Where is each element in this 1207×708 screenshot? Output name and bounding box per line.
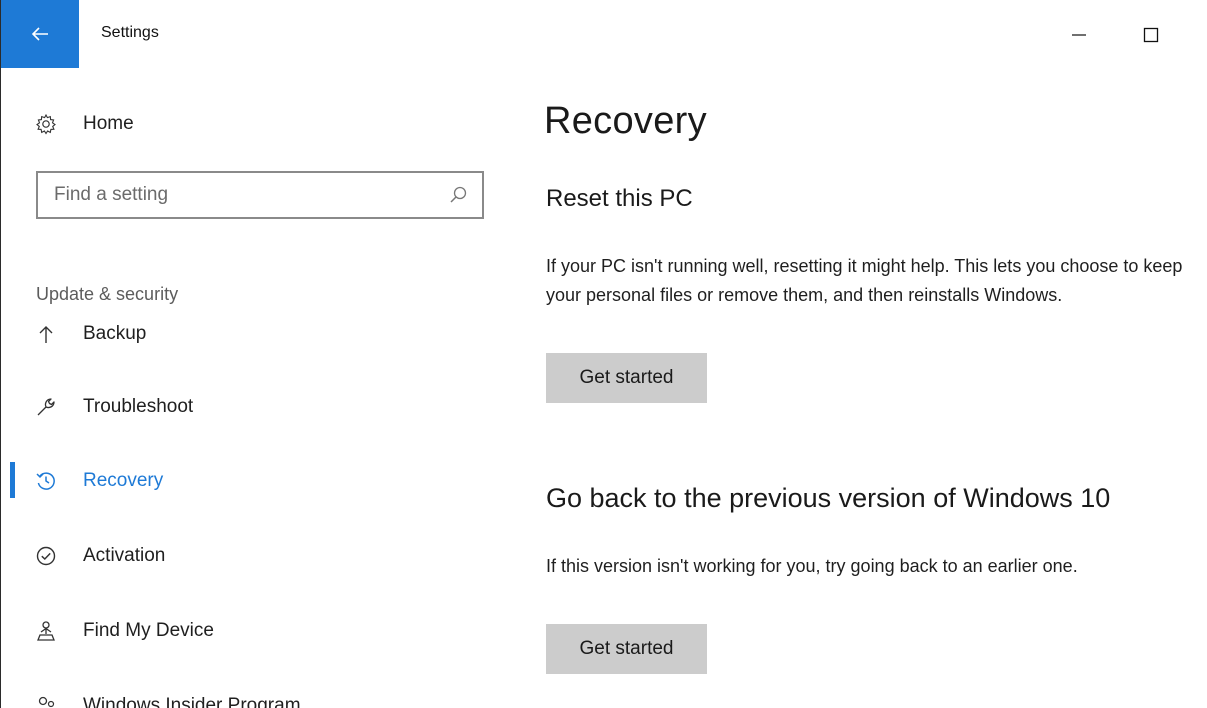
sidebar-item-home[interactable]: Home [31, 104, 134, 144]
section-label: Update & security [36, 284, 179, 304]
settings-window: Settings Home Upda [0, 0, 1207, 708]
person-location-icon [35, 620, 57, 642]
sidebar-item-label: Recovery [83, 470, 164, 491]
reset-heading: Reset this PC [546, 185, 693, 212]
goback-description: If this version isn't working for you, t… [546, 556, 1078, 576]
minimize-button[interactable] [1062, 18, 1096, 52]
goback-get-started-button[interactable]: Get started [546, 624, 707, 674]
goback-heading: Go back to the previous version of Windo… [546, 483, 1111, 513]
sidebar-item-label: Home [83, 113, 134, 134]
sidebar-item-backup[interactable]: Backup [31, 314, 146, 354]
active-indicator [10, 462, 15, 498]
maximize-button[interactable] [1134, 18, 1168, 52]
search-icon[interactable] [446, 183, 470, 207]
wrench-icon [35, 396, 57, 418]
search-field [36, 171, 484, 219]
window-title: Settings [101, 24, 159, 41]
checkmark-circle-icon [35, 545, 57, 567]
reset-get-started-button[interactable]: Get started [546, 353, 707, 403]
recovery-icon [35, 470, 57, 492]
sidebar-item-recovery[interactable]: Recovery [31, 461, 163, 501]
reset-description: If your PC isn't running well, resetting… [546, 256, 1183, 305]
arrow-up-icon [35, 323, 57, 345]
sidebar-item-windows-insider[interactable]: Windows Insider Program [31, 686, 301, 708]
gear-icon [35, 113, 57, 135]
page-title: Recovery [544, 100, 707, 142]
search-input[interactable] [38, 173, 446, 217]
sidebar-item-troubleshoot[interactable]: Troubleshoot [31, 387, 193, 427]
sidebar-item-label: Troubleshoot [83, 396, 194, 417]
sidebar-item-label: Backup [83, 323, 147, 344]
maximize-icon [1143, 27, 1159, 43]
back-arrow-icon [31, 27, 48, 41]
sidebar-item-label: Find My Device [83, 620, 214, 641]
title-bar: Settings [1, 0, 1207, 70]
sidebar-item-label: Windows Insider Program [83, 695, 301, 708]
sidebar-item-activation[interactable]: Activation [31, 536, 165, 576]
insider-people-icon [35, 695, 57, 708]
minimize-icon [1072, 34, 1086, 36]
sidebar-item-label: Activation [83, 545, 166, 566]
sidebar-item-find-my-device[interactable]: Find My Device [31, 611, 214, 651]
back-button[interactable] [1, 0, 79, 68]
